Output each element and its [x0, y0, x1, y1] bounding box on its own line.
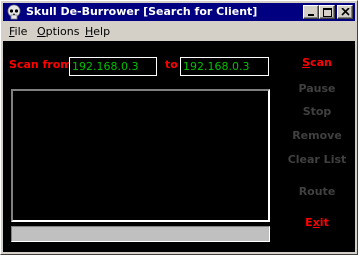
app-window: Skull De-Burrower [Search for Client] Fi… [0, 0, 358, 255]
title-bar[interactable]: Skull De-Burrower [Search for Client] [3, 3, 355, 21]
menu-bar: File Options Help [3, 22, 355, 41]
close-icon [341, 8, 350, 16]
main-panel: Scan from to Scan Pause Stop Remove Clea… [3, 41, 355, 252]
maximize-icon [323, 8, 332, 17]
menu-help[interactable]: Help [85, 25, 110, 38]
pause-button[interactable]: Pause [279, 82, 355, 95]
to-label: to [165, 58, 178, 71]
minimize-icon [308, 14, 314, 16]
route-button[interactable]: Route [279, 185, 355, 198]
scan-from-label: Scan from [9, 58, 72, 71]
results-list[interactable] [11, 89, 270, 222]
menu-file[interactable]: File [9, 25, 27, 38]
menu-options[interactable]: Options [37, 25, 79, 38]
minimize-button[interactable] [303, 5, 319, 19]
clear-list-button[interactable]: Clear List [279, 153, 355, 166]
maximize-button[interactable] [319, 5, 335, 19]
start-ip-input[interactable] [69, 57, 157, 76]
close-button[interactable] [337, 5, 353, 19]
skull-icon[interactable] [6, 4, 22, 20]
scan-button[interactable]: Scan [279, 56, 355, 69]
window-title: Skull De-Burrower [Search for Client] [26, 5, 258, 18]
remove-button[interactable]: Remove [279, 129, 355, 142]
progress-bar [11, 226, 270, 242]
end-ip-input[interactable] [180, 57, 269, 76]
exit-button[interactable]: Exit [279, 216, 355, 229]
stop-button[interactable]: Stop [279, 105, 355, 118]
